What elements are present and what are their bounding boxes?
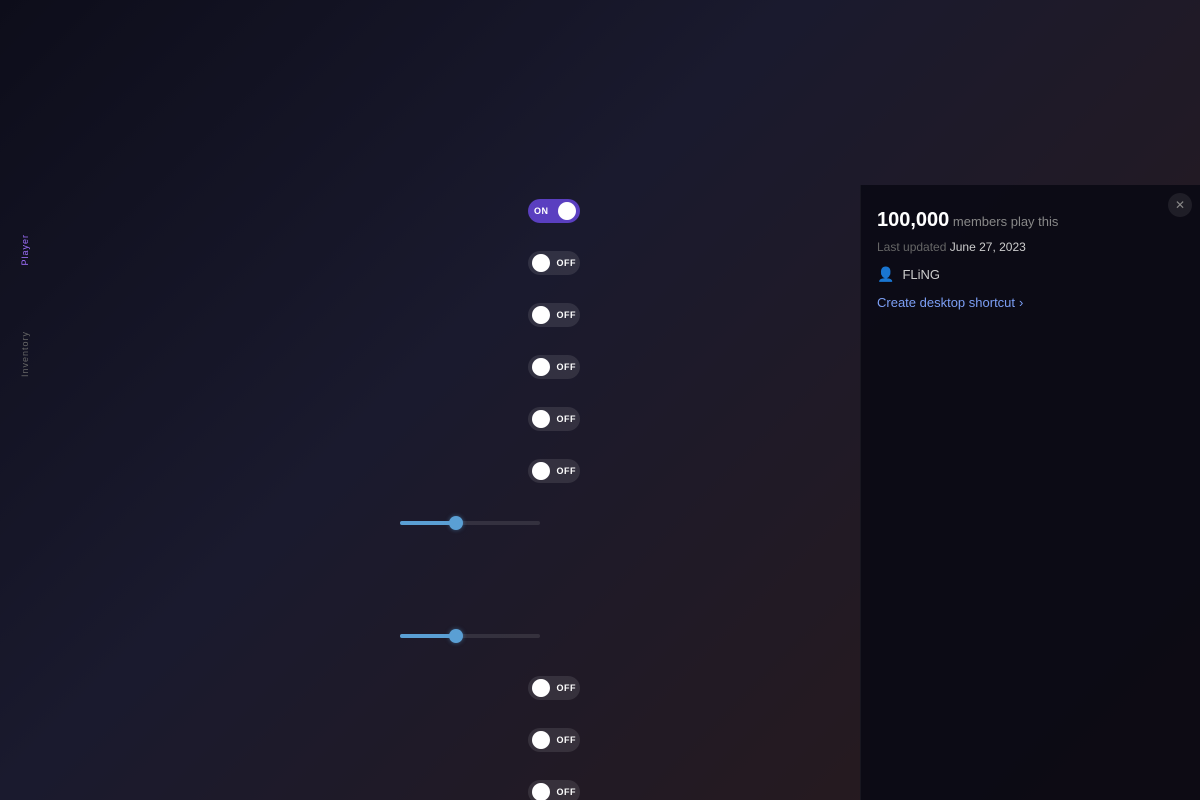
toggle-knob-unlimited-items: [532, 679, 550, 697]
creator-row: 👤 FLiNG: [877, 266, 1184, 283]
slider-fill-set-player-speed: [400, 521, 456, 525]
slider-thumb-money-multiplier[interactable]: [449, 629, 463, 643]
toggle-unlimited-ammo[interactable]: OFF: [528, 303, 580, 327]
slider-fill-money-multiplier: [400, 634, 456, 638]
toggle-knob-rapid-fire: [532, 410, 550, 428]
mod-control-no-recoil: OFF: [528, 459, 580, 483]
toggle-label-last-mod: OFF: [557, 787, 577, 797]
updated-row: Last updated June 27, 2023: [877, 240, 1184, 254]
toggle-label-ignore-crafting: OFF: [557, 735, 577, 745]
toggle-god-mode[interactable]: ON: [528, 199, 580, 223]
sidebar-inventory-label: Inventory: [20, 331, 30, 377]
close-info-button[interactable]: ✕: [1168, 193, 1192, 217]
toggle-unlimited-health[interactable]: OFF: [528, 251, 580, 275]
toggle-knob-last-mod: [532, 783, 550, 800]
toggle-knob-ignore-crafting: [532, 731, 550, 749]
toggle-knob-no-reload: [532, 358, 550, 376]
mod-control-rapid-fire: OFF: [528, 407, 580, 431]
toggle-label-god-mode: ON: [534, 206, 549, 216]
slider-track-set-player-speed: [400, 521, 540, 525]
updated-date: June 27, 2023: [950, 240, 1026, 254]
creator-name: FLiNG: [902, 267, 940, 282]
creator-icon: 👤: [877, 266, 894, 283]
sidebar-player-label: Player: [20, 234, 30, 266]
toggle-knob-no-recoil: [532, 462, 550, 480]
toggle-last-mod[interactable]: OFF: [528, 780, 580, 800]
toggle-rapid-fire[interactable]: OFF: [528, 407, 580, 431]
toggle-label-no-recoil: OFF: [557, 466, 577, 476]
info-panel: ✕ 100,000 members play this Last updated…: [860, 185, 1200, 800]
toggle-knob-unlimited-health: [532, 254, 550, 272]
toggle-label-no-reload: OFF: [557, 362, 577, 372]
shortcut-link-label: Create desktop shortcut: [877, 295, 1015, 310]
toggle-label-rapid-fire: OFF: [557, 414, 577, 424]
members-text: members play this: [953, 214, 1058, 229]
toggle-no-reload[interactable]: OFF: [528, 355, 580, 379]
desktop-shortcut-link[interactable]: Create desktop shortcut ›: [877, 295, 1184, 310]
slider-thumb-set-player-speed[interactable]: [449, 516, 463, 530]
mod-control-no-reload: OFF: [528, 355, 580, 379]
mod-control-god-mode: ON: [528, 199, 580, 223]
mod-control-ignore-crafting: OFF: [528, 728, 580, 752]
toggle-label-unlimited-health: OFF: [557, 258, 577, 268]
toggle-label-unlimited-ammo: OFF: [557, 310, 577, 320]
toggle-knob-god-mode: [558, 202, 576, 220]
mod-control-unlimited-health: OFF: [528, 251, 580, 275]
last-updated-label: Last updated: [877, 240, 946, 254]
mod-control-last-mod: OFF: [528, 780, 580, 800]
mod-control-unlimited-ammo: OFF: [528, 303, 580, 327]
toggle-knob-unlimited-ammo: [532, 306, 550, 324]
mod-control-unlimited-items: OFF: [528, 676, 580, 700]
members-count: 100,000: [877, 209, 949, 231]
toggle-ignore-crafting[interactable]: OFF: [528, 728, 580, 752]
toggle-no-recoil[interactable]: OFF: [528, 459, 580, 483]
toggle-label-unlimited-items: OFF: [557, 683, 577, 693]
shortcut-link-arrow: ›: [1019, 295, 1023, 310]
slider-track-money-multiplier: [400, 634, 540, 638]
members-row: 100,000 members play this: [877, 209, 1184, 232]
toggle-unlimited-items[interactable]: OFF: [528, 676, 580, 700]
